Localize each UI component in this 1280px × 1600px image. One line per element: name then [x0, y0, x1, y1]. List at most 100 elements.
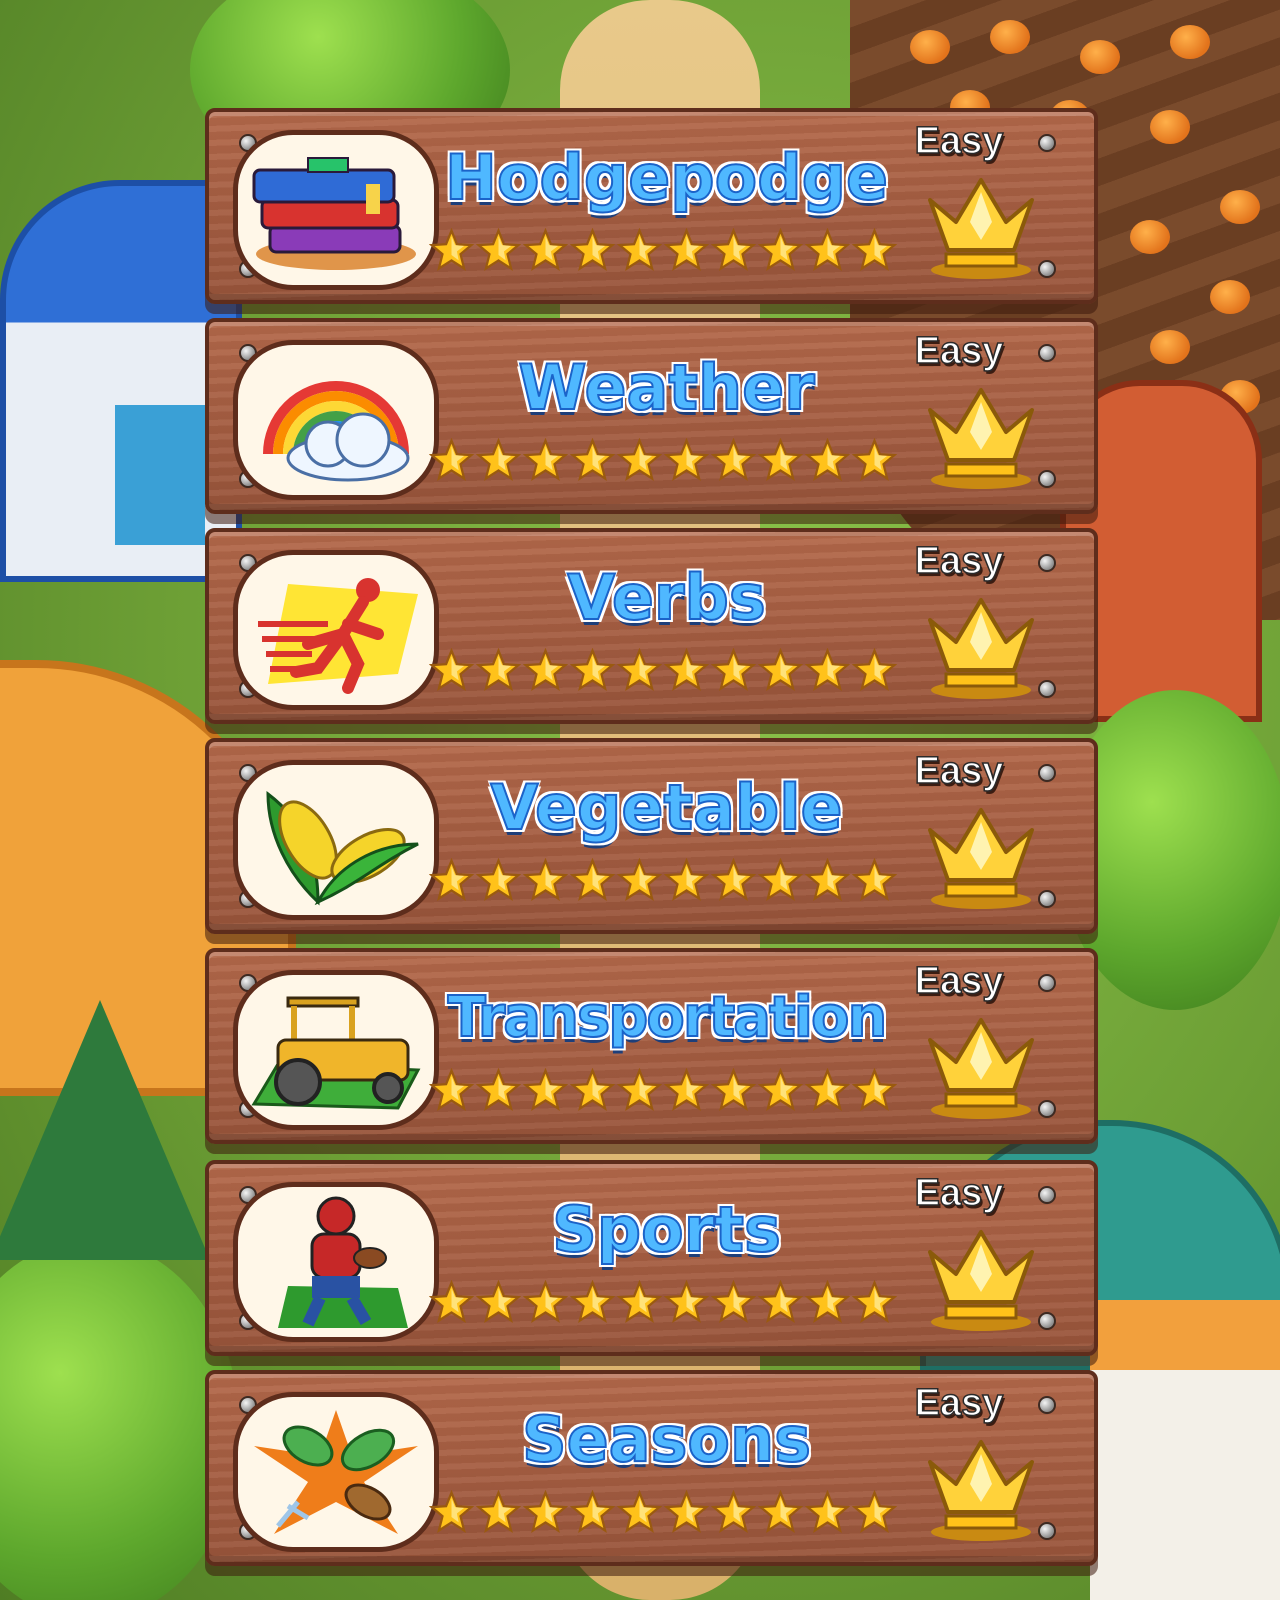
category-hodgepodge-button[interactable]: Hodgepodge Easy	[205, 108, 1098, 304]
category-vegetable-button[interactable]: Vegetable Easy	[205, 738, 1098, 934]
star-icon	[569, 437, 616, 483]
star-icon	[475, 1489, 522, 1535]
runner-icon	[233, 550, 439, 710]
star-icon	[428, 1489, 475, 1535]
star-icon	[569, 1067, 616, 1113]
category-transportation-button[interactable]: Transportation Easy	[205, 948, 1098, 1144]
star-icon	[616, 1067, 663, 1113]
difficulty-label: Easy	[914, 119, 1004, 163]
star-rating	[428, 644, 899, 696]
star-icon	[475, 437, 522, 483]
star-rating	[428, 1276, 899, 1328]
category-seasons-button[interactable]: Seasons Easy	[205, 1370, 1098, 1566]
star-icon	[757, 647, 804, 693]
crown-icon	[916, 380, 1046, 492]
crown-icon	[916, 1432, 1046, 1544]
star-icon	[569, 1279, 616, 1325]
star-icon	[428, 437, 475, 483]
difficulty-label: Easy	[914, 1171, 1004, 1215]
star-icon	[851, 1489, 898, 1535]
star-icon	[616, 1489, 663, 1535]
crown-icon	[916, 590, 1046, 702]
nail-icon	[1038, 1396, 1056, 1414]
crown-icon	[916, 1010, 1046, 1122]
corn-icon	[233, 760, 439, 920]
star-icon	[851, 857, 898, 903]
difficulty-label: Easy	[914, 1381, 1004, 1425]
star-icon	[428, 227, 475, 273]
star-icon	[851, 647, 898, 693]
star-icon	[710, 227, 757, 273]
nail-icon	[1038, 974, 1056, 992]
category-title: Transportation	[447, 984, 889, 1051]
crown-icon	[916, 170, 1046, 282]
category-title: Sports	[551, 1192, 782, 1267]
category-list: Hodgepodge Easy Weather Easy Verbs Easy Vegeta…	[0, 0, 1280, 1600]
star-icon	[616, 437, 663, 483]
star-icon	[804, 857, 851, 903]
category-verbs-button[interactable]: Verbs Easy	[205, 528, 1098, 724]
star-icon	[804, 437, 851, 483]
star-icon	[428, 857, 475, 903]
star-icon	[757, 1067, 804, 1113]
star-rating	[428, 434, 899, 486]
star-icon	[757, 227, 804, 273]
star-icon	[522, 1279, 569, 1325]
star-icon	[804, 1489, 851, 1535]
star-icon	[522, 1067, 569, 1113]
star-rating	[428, 1486, 899, 1538]
star-icon	[663, 1279, 710, 1325]
star-icon	[663, 1067, 710, 1113]
difficulty-label: Easy	[914, 539, 1004, 583]
rainbow-icon	[233, 340, 439, 500]
difficulty-label: Easy	[914, 749, 1004, 793]
star-icon	[569, 227, 616, 273]
category-title: Verbs	[566, 560, 767, 635]
star-icon	[710, 437, 757, 483]
star-icon	[475, 227, 522, 273]
star-icon	[663, 227, 710, 273]
star-icon	[522, 857, 569, 903]
star-icon	[475, 857, 522, 903]
star-icon	[569, 647, 616, 693]
star-rating	[428, 854, 899, 906]
star-icon	[616, 647, 663, 693]
star-icon	[475, 647, 522, 693]
star-rating	[428, 1064, 899, 1116]
category-title: Weather	[517, 350, 815, 425]
leaves-icon	[233, 1392, 439, 1552]
difficulty-label: Easy	[914, 329, 1004, 373]
star-icon	[569, 857, 616, 903]
star-icon	[804, 227, 851, 273]
star-icon	[428, 1279, 475, 1325]
star-icon	[851, 1067, 898, 1113]
star-icon	[851, 1279, 898, 1325]
crown-icon	[916, 800, 1046, 912]
nail-icon	[1038, 764, 1056, 782]
star-icon	[757, 437, 804, 483]
star-rating	[428, 224, 899, 276]
football-player-icon	[233, 1182, 439, 1342]
star-icon	[804, 647, 851, 693]
star-icon	[663, 647, 710, 693]
category-weather-button[interactable]: Weather Easy	[205, 318, 1098, 514]
star-icon	[522, 647, 569, 693]
category-title: Seasons	[521, 1402, 812, 1477]
star-icon	[804, 1067, 851, 1113]
category-sports-button[interactable]: Sports Easy	[205, 1160, 1098, 1356]
star-icon	[616, 1279, 663, 1325]
star-icon	[757, 1489, 804, 1535]
star-icon	[710, 1279, 757, 1325]
star-icon	[757, 857, 804, 903]
star-icon	[663, 437, 710, 483]
star-icon	[804, 1279, 851, 1325]
difficulty-label: Easy	[914, 959, 1004, 1003]
star-icon	[851, 437, 898, 483]
category-title: Vegetable	[489, 770, 843, 845]
star-icon	[757, 1279, 804, 1325]
crown-icon	[916, 1222, 1046, 1334]
star-icon	[475, 1067, 522, 1113]
star-icon	[616, 227, 663, 273]
star-icon	[428, 1067, 475, 1113]
star-icon	[428, 647, 475, 693]
